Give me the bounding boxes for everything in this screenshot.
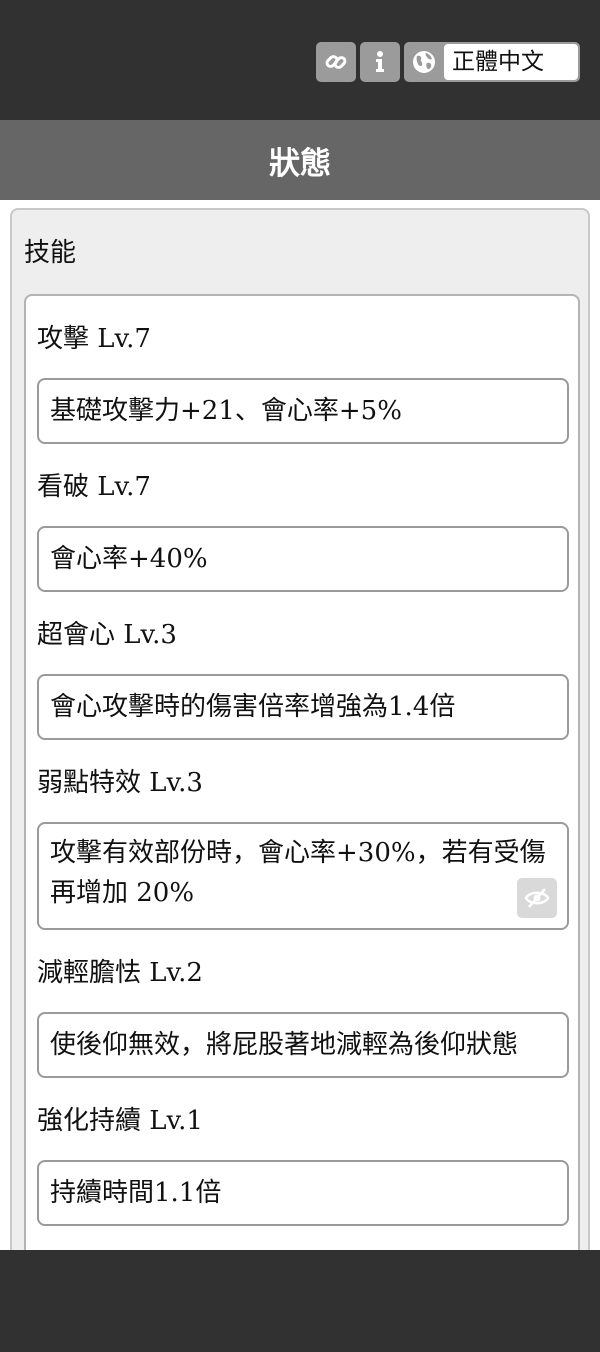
eye-slash-icon — [524, 888, 550, 908]
skill-name: 減輕膽怯 Lv.2 — [37, 958, 203, 988]
panel-title: 技能 — [24, 238, 77, 268]
globe-icon — [404, 42, 444, 82]
link-button[interactable] — [316, 42, 356, 82]
skill-name: 攻擊 Lv.7 — [37, 324, 151, 354]
top-bar: 正體中文 — [0, 0, 600, 120]
skill-name: 看破 Lv.7 — [37, 472, 151, 502]
skill-description-expandable: 攻擊有效部份時，會心率+30%，若有受傷再增加 20% — [37, 822, 569, 930]
skill-name: 超會心 Lv.3 — [37, 620, 177, 650]
skill-description: 基礎攻擊力+21、會心率+5% — [37, 378, 569, 444]
language-value[interactable]: 正體中文 — [444, 44, 578, 80]
skills-panel: 技能 攻擊 Lv.7 基礎攻擊力+21、會心率+5% 看破 Lv.7 會心率+4… — [10, 208, 590, 1308]
skill-name: 弱點特效 Lv.3 — [37, 768, 203, 798]
info-button[interactable] — [360, 42, 400, 82]
skill-description: 會心率+40% — [37, 526, 569, 592]
page-title: 狀態 — [269, 145, 331, 182]
skill-description-text: 攻擊有效部份時，會心率+30%，若有受傷再增加 20% — [50, 838, 546, 908]
info-icon — [376, 51, 384, 72]
skill-description: 會心攻擊時的傷害倍率增強為1.4倍 — [37, 674, 569, 740]
skill-description: 使後仰無效，將屁股著地減輕為後仰狀態 — [37, 1012, 569, 1078]
link-icon — [325, 55, 347, 69]
skill-description: 持續時間1.1倍 — [37, 1160, 569, 1226]
skills-card: 攻擊 Lv.7 基礎攻擊力+21、會心率+5% 看破 Lv.7 會心率+40% … — [24, 294, 580, 1294]
toggle-visibility-button[interactable] — [517, 878, 557, 918]
skill-name: 強化持續 Lv.1 — [37, 1106, 203, 1136]
title-bar: 狀態 — [0, 120, 600, 200]
language-selector[interactable]: 正體中文 — [404, 42, 580, 82]
bottom-bar — [0, 1250, 600, 1352]
